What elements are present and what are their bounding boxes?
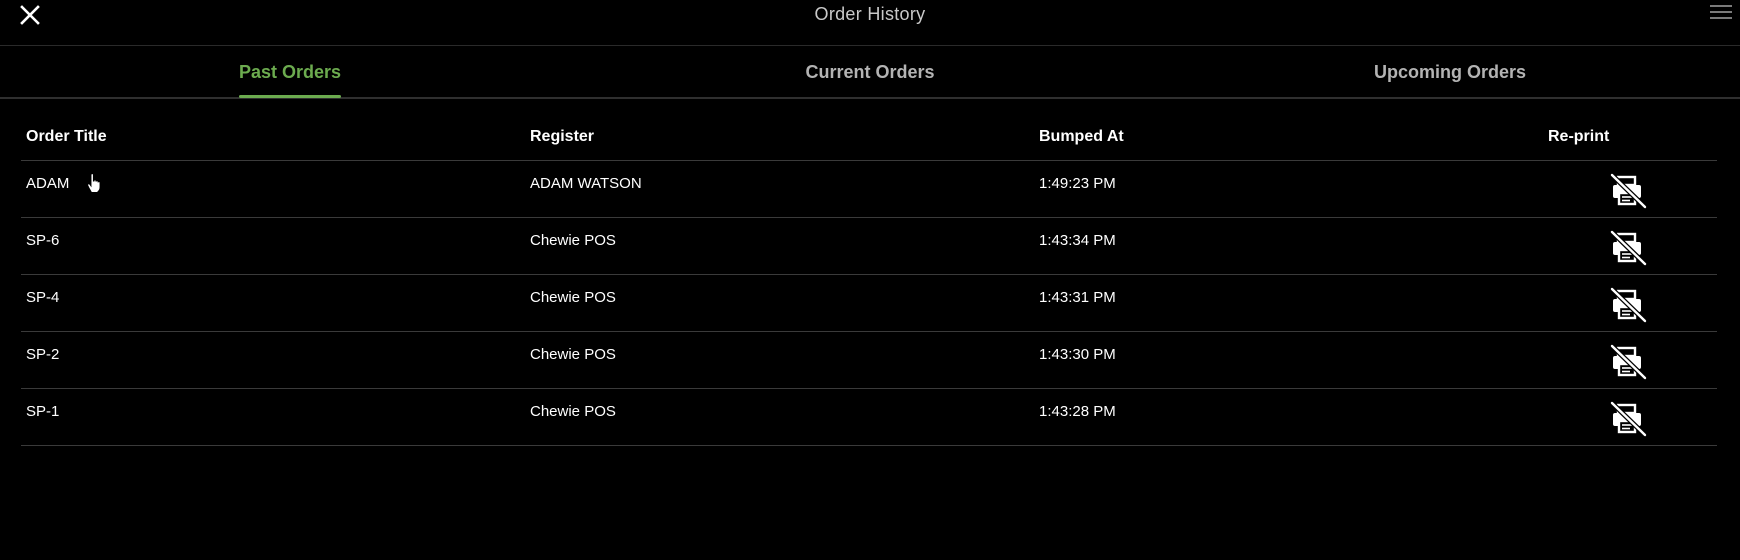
bumped-at-cell: 1:43:30 PM xyxy=(1039,346,1116,363)
register-cell: Chewie POS xyxy=(530,289,616,306)
printer-off-icon xyxy=(1610,401,1647,437)
order-title-cell: SP-4 xyxy=(26,289,60,306)
tab-label: Past Orders xyxy=(238,62,342,98)
reprint-cell xyxy=(1548,332,1717,386)
table-row[interactable]: SP-6 Chewie POS 1:43:34 PM xyxy=(21,218,1717,275)
order-title-cell: SP-6 xyxy=(26,232,60,249)
order-title-cell: ADAM xyxy=(26,175,70,192)
register-cell: Chewie POS xyxy=(530,232,616,249)
table-row[interactable]: SP-2 Chewie POS 1:43:30 PM xyxy=(21,332,1717,389)
printer-off-icon xyxy=(1610,230,1647,266)
tab-past-orders[interactable]: Past Orders xyxy=(0,46,580,98)
reprint-cell xyxy=(1548,161,1717,215)
register-cell: Chewie POS xyxy=(530,346,616,363)
tab-label: Upcoming Orders xyxy=(1373,62,1527,82)
printer-off-icon xyxy=(1610,173,1647,209)
order-title-cell: SP-1 xyxy=(26,403,60,420)
tab-label: Current Orders xyxy=(805,62,935,82)
reprint-button[interactable] xyxy=(1608,285,1648,325)
register-cell: ADAM WATSON xyxy=(530,175,642,192)
table-header: Order Title Register Bumped At Re-print xyxy=(21,113,1717,161)
menu-button[interactable] xyxy=(1710,5,1732,23)
hamburger-menu-icon xyxy=(1710,17,1732,19)
bumped-at-cell: 1:49:23 PM xyxy=(1039,175,1116,192)
reprint-cell xyxy=(1548,218,1717,272)
printer-off-icon xyxy=(1610,287,1647,323)
tab-current-orders[interactable]: Current Orders xyxy=(580,46,1160,97)
table-row[interactable]: ADAM ADAM WATSON 1:49:23 PM xyxy=(21,161,1717,218)
printer-off-icon xyxy=(1610,344,1647,380)
bumped-at-cell: 1:43:34 PM xyxy=(1039,232,1116,249)
column-header-order-title: Order Title xyxy=(26,127,107,145)
column-header-register: Register xyxy=(530,127,595,145)
reprint-button[interactable] xyxy=(1608,228,1648,268)
table-row[interactable]: SP-1 Chewie POS 1:43:28 PM xyxy=(21,389,1717,446)
reprint-cell xyxy=(1548,275,1717,329)
order-history-table: Order Title Register Bumped At Re-print … xyxy=(21,113,1717,446)
register-cell: Chewie POS xyxy=(530,403,616,420)
table-row[interactable]: SP-4 Chewie POS 1:43:31 PM xyxy=(21,275,1717,332)
hamburger-menu-icon xyxy=(1710,11,1732,13)
reprint-cell xyxy=(1548,389,1717,443)
tab-upcoming-orders[interactable]: Upcoming Orders xyxy=(1160,46,1740,97)
page-title: Order History xyxy=(814,4,926,24)
top-bar: Order History xyxy=(0,0,1740,46)
hamburger-menu-icon xyxy=(1710,5,1732,7)
order-title-cell: SP-2 xyxy=(26,346,60,363)
reprint-button[interactable] xyxy=(1608,342,1648,382)
column-header-bumped-at: Bumped At xyxy=(1039,127,1124,145)
column-header-reprint: Re-print xyxy=(1548,127,1610,145)
bumped-at-cell: 1:43:31 PM xyxy=(1039,289,1116,306)
reprint-button[interactable] xyxy=(1608,399,1648,439)
reprint-button[interactable] xyxy=(1608,171,1648,211)
order-tabs: Past Orders Current Orders Upcoming Orde… xyxy=(0,46,1740,99)
bumped-at-cell: 1:43:28 PM xyxy=(1039,403,1116,420)
